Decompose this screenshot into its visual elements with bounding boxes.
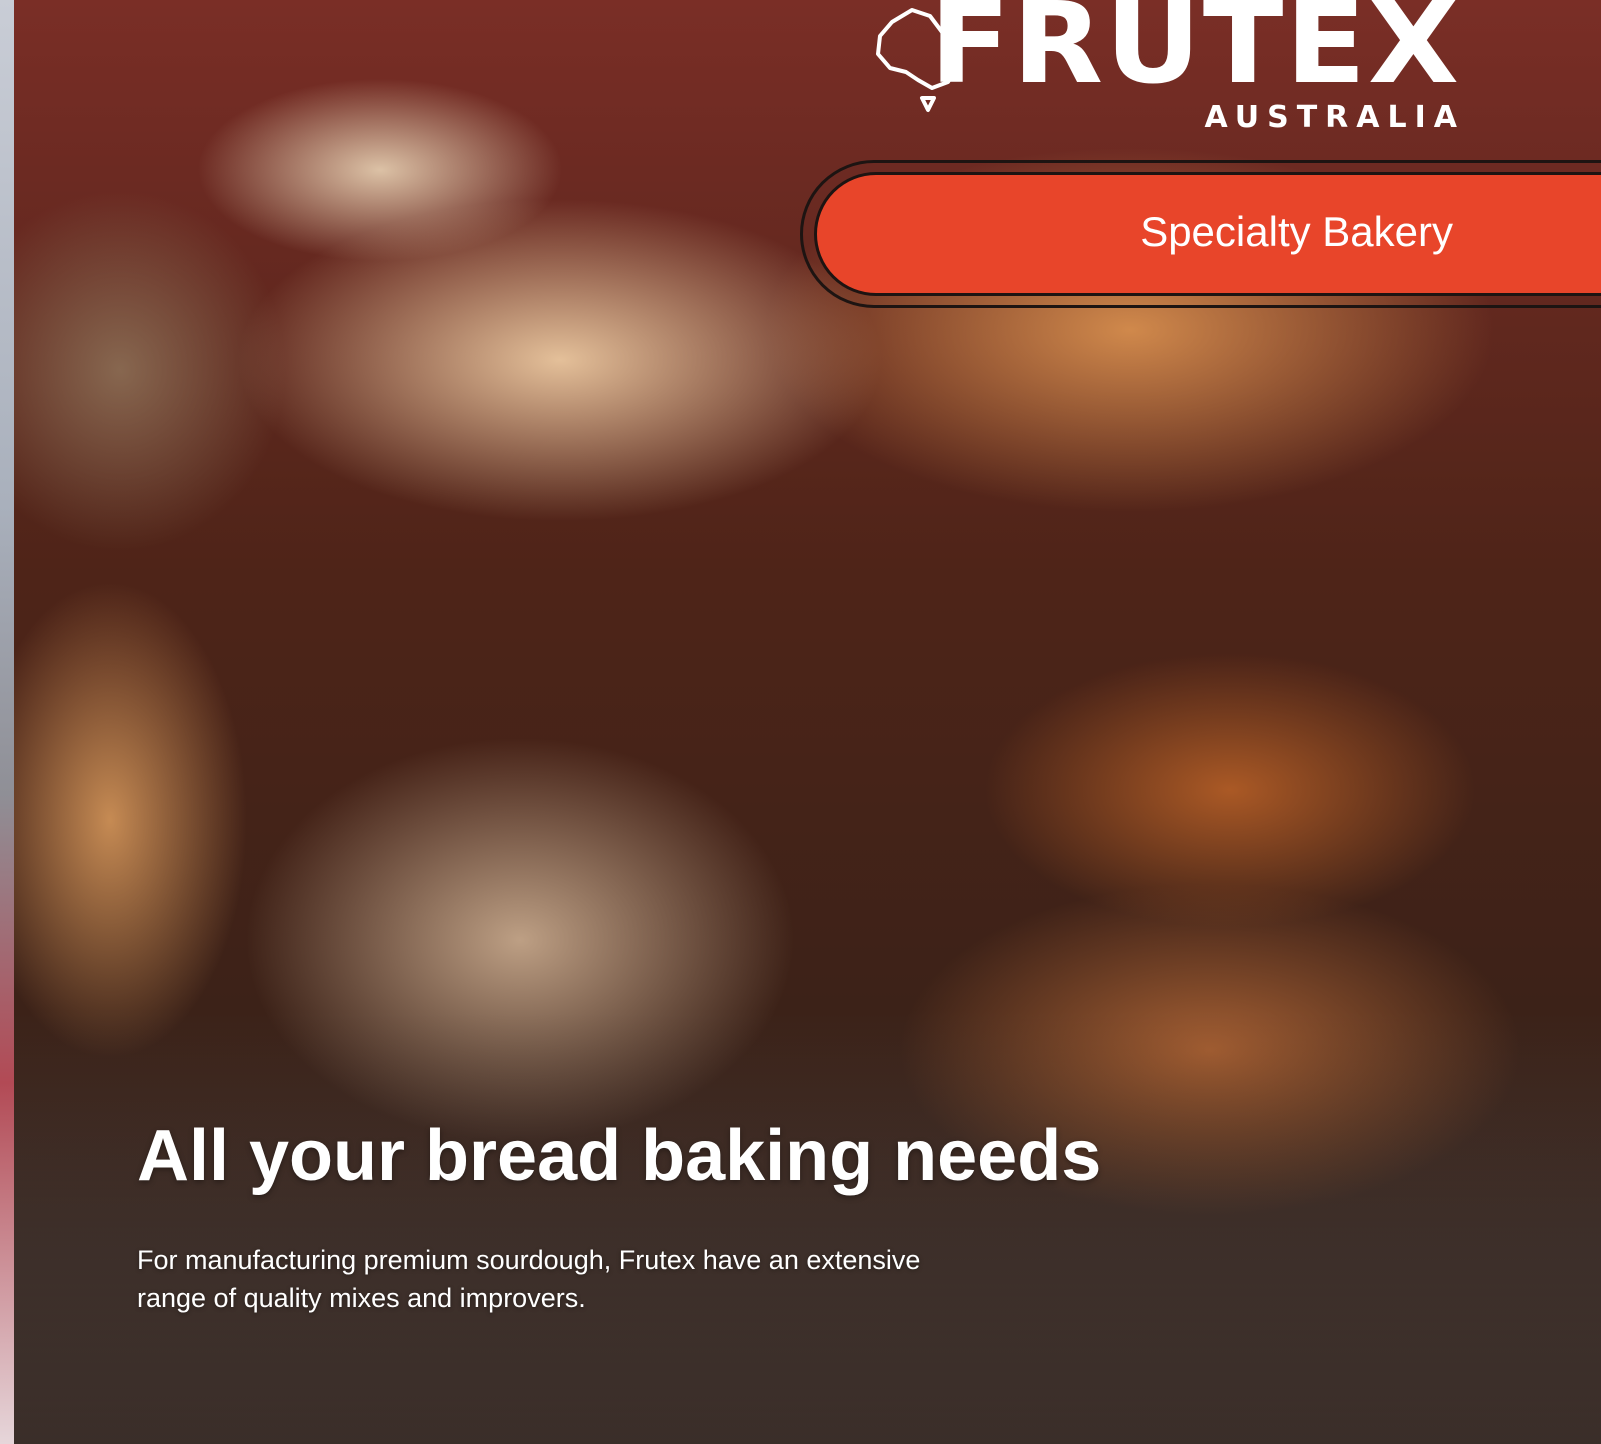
adjacent-page-edge: [0, 0, 14, 1444]
category-label: Specialty Bakery: [1140, 208, 1453, 255]
brand-name: FRUTEX: [929, 0, 1461, 109]
category-pill: Specialty Bakery: [814, 172, 1601, 296]
body-text: For manufacturing premium sourdough, Fru…: [137, 1245, 921, 1313]
brand-logo: FRUTEX AUSTRALIA: [875, 0, 1461, 135]
page: FRUTEX AUSTRALIA Specialty Bakery All yo…: [0, 0, 1601, 1444]
headline: All your bread baking needs: [137, 1116, 1102, 1196]
